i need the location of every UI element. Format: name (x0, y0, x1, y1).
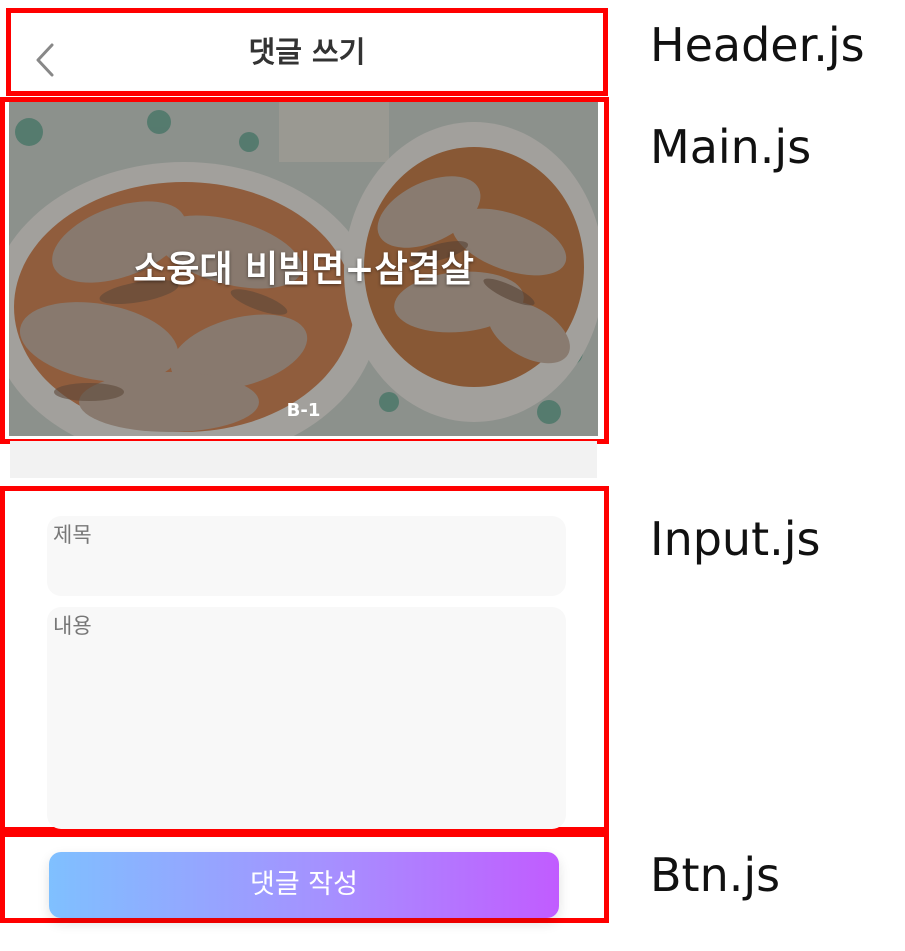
menu-code: B-1 (286, 400, 321, 421)
content-textarea[interactable]: 내용 (47, 607, 566, 829)
title-input[interactable]: 제목 (47, 516, 566, 596)
input-file-label: Input.js (650, 512, 821, 566)
divider-strip (10, 441, 597, 478)
menu-title: 소융대 비빔면+삼겹살 (133, 249, 474, 290)
main-file-label: Main.js (650, 120, 812, 174)
btn-file-label: Btn.js (650, 848, 781, 902)
title-input-label: 제목 (53, 523, 92, 547)
header-file-label: Header.js (650, 18, 865, 72)
page-title: 댓글 쓰기 (248, 35, 366, 69)
content-textarea-label: 내용 (53, 614, 92, 638)
submit-comment-button[interactable]: 댓글 작성 (49, 852, 559, 918)
hero-image: 소융대 비빔면+삼겹살 (9, 102, 598, 436)
